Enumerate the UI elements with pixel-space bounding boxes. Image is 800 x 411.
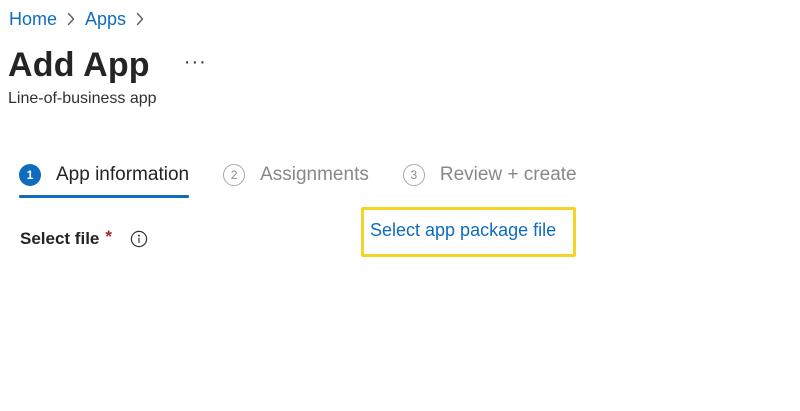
- step-review-create[interactable]: 3 Review + create: [402, 160, 577, 190]
- add-app-page: Home Apps Add App ··· Line-of-business a…: [0, 0, 800, 411]
- wizard-steps: 1 App information 2 Assignments 3 Review…: [19, 160, 577, 198]
- select-file-label: Select file: [20, 229, 100, 248]
- step-number-badge: 2: [223, 164, 246, 186]
- select-app-package-file-link[interactable]: Select app package file: [370, 219, 556, 241]
- more-options-button[interactable]: ···: [184, 52, 207, 72]
- page-title: Add App: [8, 46, 150, 84]
- step-label: App information: [56, 164, 190, 185]
- breadcrumb-apps-link[interactable]: Apps: [85, 8, 126, 30]
- title-row: Add App ···: [8, 42, 207, 88]
- breadcrumb: Home Apps: [9, 8, 154, 30]
- select-file-field-label: Select file *: [20, 227, 148, 250]
- page-subtitle: Line-of-business app: [8, 90, 157, 107]
- step-app-information[interactable]: 1 App information: [19, 160, 190, 198]
- chevron-right-icon: [126, 8, 154, 30]
- step-label: Review + create: [439, 164, 577, 185]
- chevron-right-icon: [57, 8, 85, 30]
- step-assignments[interactable]: 2 Assignments: [223, 160, 369, 190]
- info-icon[interactable]: [130, 230, 148, 248]
- step-number-badge: 1: [19, 164, 41, 186]
- step-label: Assignments: [260, 164, 369, 185]
- step-number-badge: 3: [402, 164, 425, 186]
- required-indicator: *: [105, 227, 112, 246]
- breadcrumb-home-link[interactable]: Home: [9, 8, 57, 30]
